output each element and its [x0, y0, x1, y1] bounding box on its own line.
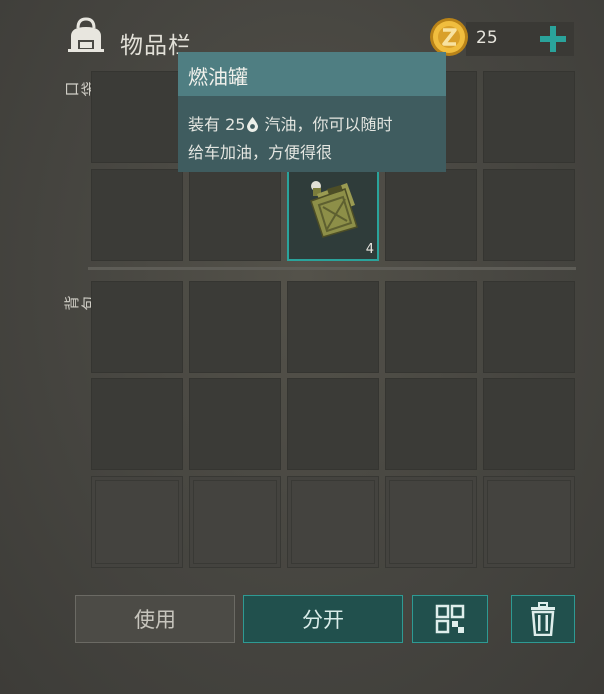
discard-button[interactable] [511, 595, 575, 643]
pocket-slot[interactable] [91, 169, 183, 261]
backpack-slot[interactable] [91, 281, 183, 373]
trash-icon [531, 602, 555, 636]
locked-slot [189, 476, 281, 568]
grid-sort-icon [435, 604, 465, 634]
pocket-section-label: 口袋 [63, 81, 98, 97]
tooltip-body: 装有 25 汽油，你可以随时 给车加油，方便得很 [178, 96, 446, 172]
jerrycan-slot[interactable]: 4 [287, 169, 379, 261]
backpack-slot[interactable] [287, 281, 379, 373]
locked-slot [287, 476, 379, 568]
item-description-line: 给车加油，方便得很 [188, 143, 333, 162]
section-divider [88, 267, 576, 270]
coin-count: 25 [476, 28, 498, 48]
tooltip-header: 燃油罐 [178, 52, 446, 96]
locked-slot [385, 476, 477, 568]
add-coins-button[interactable] [536, 22, 570, 56]
pocket-slot[interactable] [483, 169, 575, 261]
pocket-slot[interactable] [483, 71, 575, 163]
pocket-slot[interactable] [385, 169, 477, 261]
backpack-slot[interactable] [287, 378, 379, 470]
backpack-slot[interactable] [189, 281, 281, 373]
pocket-slot[interactable] [189, 169, 281, 261]
backpack-section-label: 背包 [63, 295, 98, 311]
backpack-slot[interactable] [483, 378, 575, 470]
jerrycan-icon [310, 181, 358, 238]
fuel-drop-icon [247, 117, 259, 132]
item-description-line: 装有 25 汽油，你可以随时 [188, 115, 393, 134]
backpack-slot[interactable] [385, 281, 477, 373]
backpack-slot[interactable] [189, 378, 281, 470]
backpack-slot[interactable] [385, 378, 477, 470]
sort-button[interactable] [412, 595, 488, 643]
item-name: 燃油罐 [188, 65, 248, 89]
item-tooltip: 燃油罐 装有 25 汽油，你可以随时 给车加油，方便得很 [178, 52, 446, 172]
use-button[interactable]: 使用 [75, 595, 235, 643]
backpack-slot[interactable] [483, 281, 575, 373]
locked-slot [483, 476, 575, 568]
backpack-slot[interactable] [91, 378, 183, 470]
backpack-icon [68, 17, 104, 52]
item-count: 4 [365, 242, 374, 257]
locked-slot [91, 476, 183, 568]
pocket-slot[interactable] [91, 71, 183, 163]
split-button[interactable]: 分开 [243, 595, 403, 643]
